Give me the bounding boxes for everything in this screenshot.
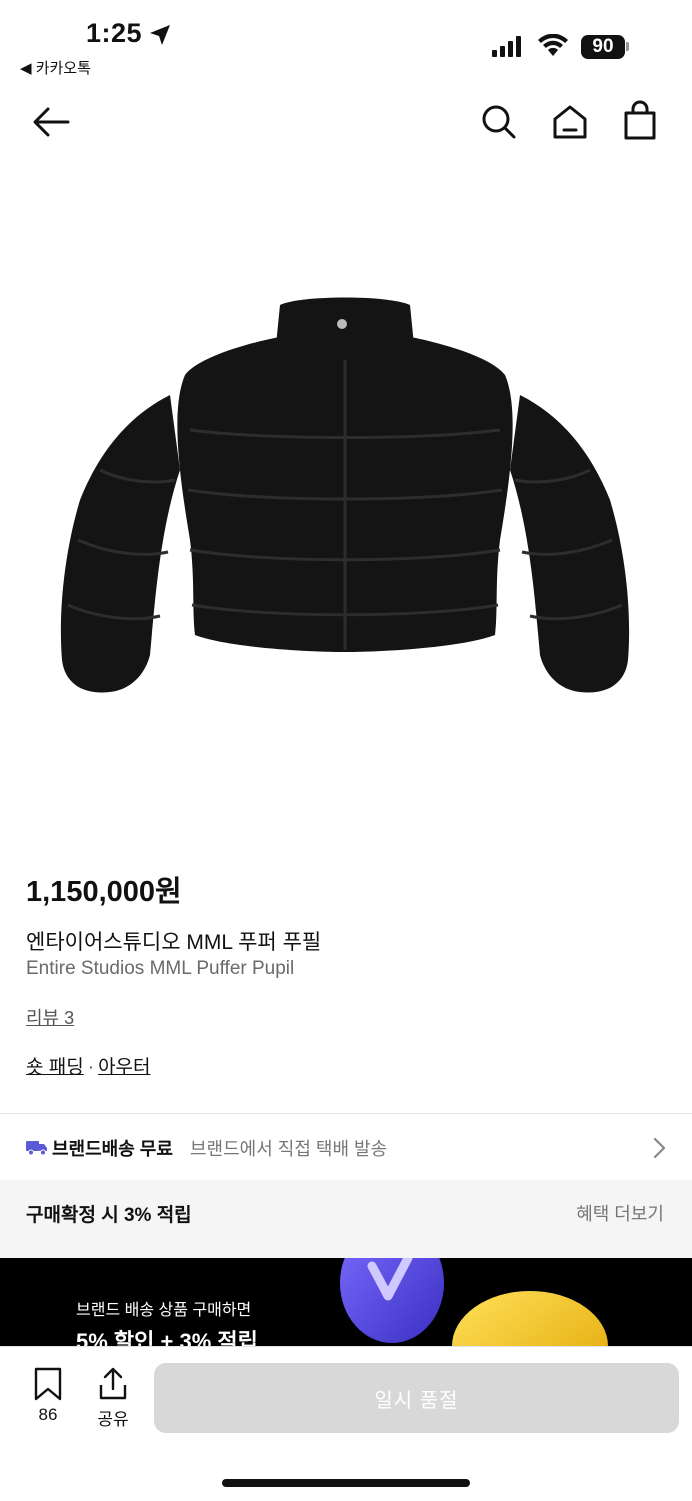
- signal-icon: [492, 36, 521, 57]
- product-name-english: Entire Studios MML Puffer Pupil: [26, 958, 295, 979]
- review-link[interactable]: 리뷰 3: [26, 1004, 74, 1030]
- bookmark-icon: [34, 1367, 62, 1401]
- location-arrow-icon: [150, 25, 170, 45]
- promo-banner[interactable]: 브랜드 배송 상품 구매하면 5% 할인 + 3% 적립: [0, 1258, 692, 1358]
- points-benefit-row: 구매확정 시 3% 적립 혜택 더보기: [0, 1180, 692, 1258]
- product-price: 1,150,000원: [26, 876, 182, 908]
- battery-nub: [626, 42, 629, 51]
- bookmark-button[interactable]: 86: [26, 1365, 70, 1425]
- category-breadcrumb: 숏 패딩 · 아우터: [26, 1052, 151, 1079]
- product-name-korean: 엔타이어스튜디오 MML 푸퍼 푸필: [26, 931, 322, 954]
- cart-icon[interactable]: [620, 100, 660, 142]
- share-button[interactable]: 공유: [90, 1365, 136, 1429]
- wifi-icon: [538, 34, 568, 56]
- shipping-free-label: 브랜드배송 무료: [52, 1139, 173, 1159]
- battery-indicator: 90: [581, 35, 625, 59]
- home-icon[interactable]: [550, 102, 590, 142]
- shipping-detail-label: 브랜드에서 직접 택배 발송: [190, 1139, 388, 1159]
- search-icon[interactable]: [479, 102, 519, 142]
- status-time: 1:25: [86, 18, 143, 48]
- category-link-short-padding[interactable]: 숏 패딩: [26, 1057, 84, 1078]
- share-label: 공유: [97, 1410, 129, 1429]
- banner-subtitle: 브랜드 배송 상품 구매하면: [76, 1302, 252, 1319]
- home-indicator[interactable]: [222, 1479, 470, 1487]
- category-separator: ·: [87, 1057, 95, 1078]
- bottom-action-bar: 86 공유 일시 품절: [0, 1346, 692, 1501]
- chevron-right-icon: [653, 1137, 666, 1159]
- truck-icon: [26, 1141, 47, 1156]
- shipping-info-row[interactable]: 브랜드배송 무료 브랜드에서 직접 택배 발송: [0, 1114, 692, 1180]
- share-icon: [99, 1367, 127, 1400]
- sold-out-button[interactable]: 일시 품절: [154, 1363, 679, 1433]
- status-bar: 1:25 ◀ 카카오톡 90: [0, 0, 692, 80]
- back-arrow-icon[interactable]: [30, 102, 72, 142]
- points-label: 구매확정 시 3% 적립: [26, 1205, 192, 1226]
- category-link-outer[interactable]: 아우터: [98, 1057, 150, 1078]
- more-benefits-link[interactable]: 혜택 더보기: [576, 1200, 664, 1226]
- bookmark-count: 86: [38, 1405, 58, 1424]
- purple-coin-image: [340, 1258, 444, 1343]
- product-image[interactable]: [40, 280, 650, 730]
- back-to-app-link[interactable]: ◀ 카카오톡: [20, 57, 91, 78]
